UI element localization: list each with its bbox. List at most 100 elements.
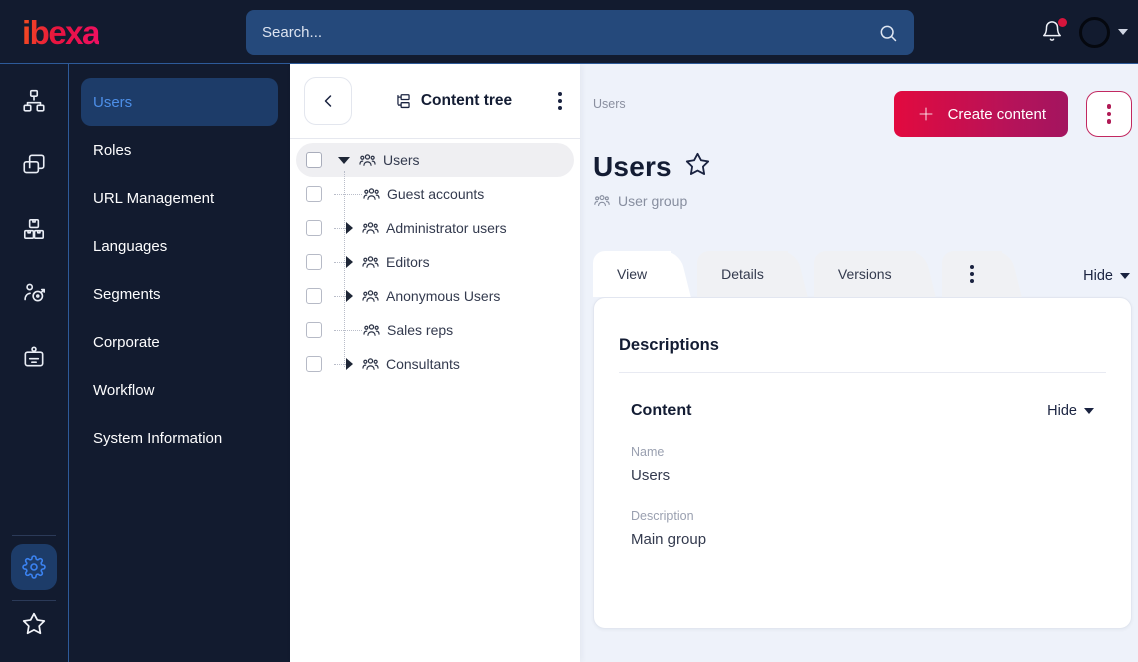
tree-guide [334, 329, 362, 331]
sidebar-item-roles[interactable]: Roles [81, 126, 278, 174]
expand-icon[interactable] [346, 222, 353, 234]
user-menu[interactable] [1079, 16, 1128, 48]
tree-item-checkbox[interactable] [306, 322, 322, 338]
user-group-icon [593, 192, 611, 210]
field-name: Name Users [631, 445, 1094, 484]
hide-all-toggle[interactable]: Hide [1083, 268, 1132, 284]
pages-icon[interactable] [21, 152, 47, 178]
tree-item-checkbox[interactable] [306, 152, 322, 168]
card-heading: Descriptions [619, 336, 719, 354]
tree-item-label: Sales reps [387, 322, 454, 338]
tree-item-checkbox[interactable] [306, 220, 322, 236]
admin-sidebar: Users Roles URL Management Languages Seg… [69, 64, 290, 662]
rail-bottom [0, 535, 68, 648]
star-icon [21, 611, 47, 637]
chevron-left-icon [324, 95, 332, 107]
chevron-down-icon[interactable] [1118, 29, 1128, 35]
collapse-icon[interactable] [338, 156, 350, 164]
content-tree-list: Users Guest accounts Administrator users [290, 139, 580, 385]
tree-item-label: Users [383, 152, 420, 168]
plus-icon [919, 107, 933, 121]
settings-button[interactable] [11, 544, 57, 590]
tree-item-label: Consultants [386, 356, 460, 372]
expand-icon[interactable] [346, 358, 353, 370]
section-header: Content Hide [631, 402, 1094, 420]
more-tabs-icon [966, 261, 978, 287]
tree-item-checkbox[interactable] [306, 288, 322, 304]
header-actions: Create content [893, 91, 1132, 137]
create-content-button[interactable]: Create content [893, 91, 1068, 137]
bookmark-star-button[interactable] [684, 151, 711, 183]
notification-dot [1058, 18, 1067, 27]
search-bar[interactable] [246, 10, 914, 55]
content-options-button[interactable] [1086, 91, 1132, 137]
tree-item-administrator-users[interactable]: Administrator users [296, 211, 574, 245]
user-group-icon [361, 219, 380, 238]
notifications-button[interactable] [1041, 18, 1067, 44]
chevron-down-icon [1120, 273, 1130, 279]
tree-item-consultants[interactable]: Consultants [296, 347, 574, 381]
descriptions-card: Descriptions Content Hide Name Users Des… [593, 297, 1132, 629]
personalization-icon[interactable] [21, 280, 47, 306]
tree-item-editors[interactable]: Editors [296, 245, 574, 279]
user-group-icon [358, 151, 377, 170]
tree-item-label: Guest accounts [387, 186, 485, 202]
sidebar-item-languages[interactable]: Languages [81, 222, 278, 270]
expand-icon[interactable] [346, 256, 353, 268]
tree-guide-line [344, 171, 345, 367]
breadcrumb[interactable]: Users [593, 91, 626, 111]
tree-item-checkbox[interactable] [306, 356, 322, 372]
section-title: Content [631, 402, 692, 419]
chevron-down-icon [1084, 408, 1094, 414]
tree-item-label: Anonymous Users [386, 288, 501, 304]
topbar-right [1041, 0, 1128, 64]
badge-icon[interactable] [21, 344, 47, 370]
tree-guide [334, 193, 362, 195]
rail-divider [12, 535, 56, 536]
gear-icon [22, 555, 46, 579]
sidebar-item-segments[interactable]: Segments [81, 270, 278, 318]
tabs-row: View Details Versions Hide [593, 251, 1132, 297]
tree-item-users[interactable]: Users [296, 143, 574, 177]
field-value: Main group [631, 531, 707, 548]
tab-view[interactable]: View [593, 251, 672, 297]
tab-details[interactable]: Details [697, 251, 788, 297]
tree-options-button[interactable] [554, 88, 566, 114]
sidebar-item-url-management[interactable]: URL Management [81, 174, 278, 222]
main-header: Users Create content [593, 91, 1132, 137]
field-description: Description Main group [631, 509, 1094, 548]
sidebar-item-corporate[interactable]: Corporate [81, 318, 278, 366]
sidebar-item-users[interactable]: Users [81, 78, 278, 126]
tree-item-guest-accounts[interactable]: Guest accounts [296, 177, 574, 211]
tree-item-checkbox[interactable] [306, 186, 322, 202]
tree-item-anonymous-users[interactable]: Anonymous Users [296, 279, 574, 313]
icon-rail [0, 64, 69, 662]
tree-item-sales-reps[interactable]: Sales reps [296, 313, 574, 347]
bookmarks-button[interactable] [21, 611, 47, 642]
content-type-row: User group [593, 192, 1132, 210]
divider [619, 372, 1106, 373]
search-icon[interactable] [878, 23, 898, 43]
sitemap-icon[interactable] [21, 88, 47, 114]
user-group-icon [361, 287, 380, 306]
tree-item-checkbox[interactable] [306, 254, 322, 270]
tree-icon [397, 93, 410, 108]
tab-more-button[interactable] [941, 251, 1002, 297]
field-label: Name [631, 445, 665, 459]
star-icon [684, 151, 711, 178]
avatar[interactable] [1079, 16, 1110, 48]
ibexa-logo[interactable]: ibexa [22, 14, 100, 52]
user-group-icon [362, 185, 381, 204]
collapse-panel-button[interactable] [304, 77, 352, 125]
tab-versions[interactable]: Versions [813, 251, 916, 297]
sidebar-item-system-information[interactable]: System Information [81, 414, 278, 462]
packages-icon[interactable] [21, 216, 47, 242]
app-root: ibexa Search... Users Roles URL Manageme… [0, 0, 1138, 662]
hide-section-toggle[interactable]: Hide [1047, 403, 1094, 419]
tree-item-label: Administrator users [386, 220, 507, 236]
expand-icon[interactable] [346, 290, 353, 302]
topbar: ibexa [0, 0, 1138, 64]
search-input[interactable] [262, 24, 878, 41]
hide-label: Hide [1047, 403, 1077, 419]
sidebar-item-workflow[interactable]: Workflow [81, 366, 278, 414]
